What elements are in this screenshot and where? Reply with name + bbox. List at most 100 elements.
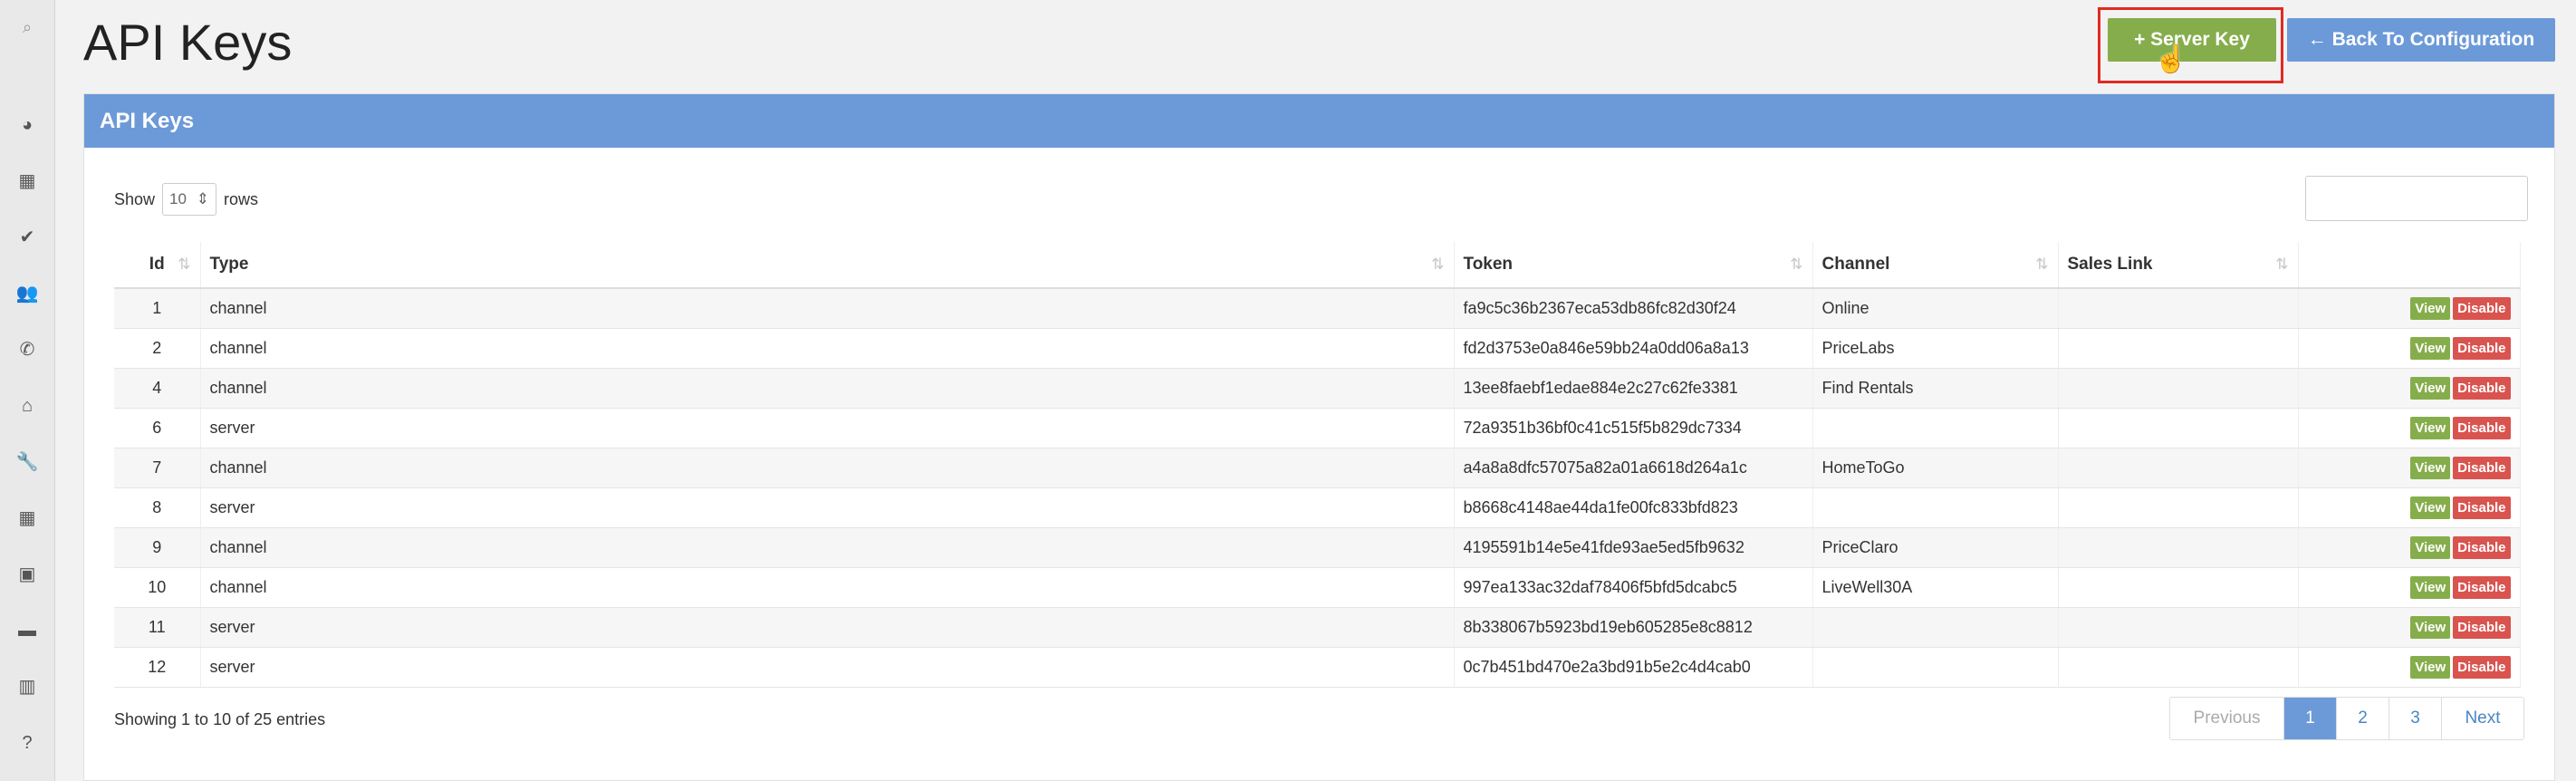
cell-id: 2 xyxy=(114,328,201,369)
rows-label: rows xyxy=(224,189,259,208)
cell-actions: View Disable xyxy=(2298,567,2521,608)
disable-button[interactable]: Disable xyxy=(2453,576,2511,599)
view-button[interactable]: View xyxy=(2410,337,2451,360)
phone-icon[interactable]: ✆ xyxy=(13,335,42,364)
view-button[interactable]: View xyxy=(2410,377,2451,400)
cell-id: 4 xyxy=(114,368,201,409)
disable-button[interactable]: Disable xyxy=(2453,457,2511,479)
grid-icon[interactable]: ▦ xyxy=(13,504,42,533)
cell-type: channel xyxy=(200,567,1455,608)
column-header-channel[interactable]: Channel ⇅ xyxy=(1812,242,2059,289)
disable-button[interactable]: Disable xyxy=(2453,377,2511,400)
table-header-row: Id ⇅ Type ⇅ Token ⇅ Channel ⇅ Sales Link ⇅ xyxy=(114,242,2521,289)
dashboard-icon[interactable]: ◕ xyxy=(13,111,42,140)
column-header-token[interactable]: Token ⇅ xyxy=(1454,242,1813,289)
cell-actions: View Disable xyxy=(2298,288,2521,329)
view-button[interactable]: View xyxy=(2410,576,2451,599)
disable-button[interactable]: Disable xyxy=(2453,417,2511,439)
cell-channel: Online xyxy=(1812,288,2059,329)
next-page-button[interactable]: Next xyxy=(2442,698,2523,739)
pagination: Previous 1 2 3 Next xyxy=(2169,697,2524,740)
entries-info: Showing 1 to 10 of 25 entries xyxy=(114,710,326,728)
money-icon[interactable]: ▣ xyxy=(13,560,42,589)
disable-button[interactable]: Disable xyxy=(2453,297,2511,320)
column-header-type[interactable]: Type ⇅ xyxy=(200,242,1455,289)
cell-actions: View Disable xyxy=(2298,607,2521,648)
cell-actions: View Disable xyxy=(2298,527,2521,568)
sort-icon: ⇅ xyxy=(2035,256,2049,273)
add-server-key-button[interactable]: + Server Key xyxy=(2108,18,2276,62)
search-icon[interactable]: ⌕ xyxy=(13,13,42,42)
page-title: API Keys xyxy=(83,14,293,71)
cell-channel xyxy=(1812,487,2059,528)
sort-icon: ⇅ xyxy=(2275,256,2289,273)
cell-token: 13ee8faebf1edae884e2c27c62fe3381 xyxy=(1454,368,1813,409)
page-1-button[interactable]: 1 xyxy=(2284,698,2337,739)
disable-button[interactable]: Disable xyxy=(2453,536,2511,559)
cell-id: 7 xyxy=(114,448,201,488)
bar-chart-icon[interactable]: ▥ xyxy=(13,672,42,701)
cell-type: server xyxy=(200,408,1455,448)
column-header-sales-link[interactable]: Sales Link ⇅ xyxy=(2058,242,2299,289)
table-row: 4 channel 13ee8faebf1edae884e2c27c62fe3381… xyxy=(114,368,2521,409)
cell-channel xyxy=(1812,408,2059,448)
table-row: 1 channel fa9c5c36b2367eca53db86fc82d30f24… xyxy=(114,288,2521,329)
panel-heading: API Keys xyxy=(84,94,2554,148)
column-header-id[interactable]: Id ⇅ xyxy=(114,242,201,289)
table-row: 11 server 8b338067b5923bd19eb605285e8c8812… xyxy=(114,607,2521,648)
cell-channel: PriceLabs xyxy=(1812,328,2059,369)
cell-sales-link xyxy=(2058,368,2299,409)
page-3-button[interactable]: 3 xyxy=(2389,698,2442,739)
cell-id: 11 xyxy=(114,607,201,648)
cell-id: 9 xyxy=(114,527,201,568)
cell-sales-link xyxy=(2058,607,2299,648)
cell-type: server xyxy=(200,607,1455,648)
check-circle-icon[interactable]: ✔ xyxy=(13,223,42,252)
previous-page-button[interactable]: Previous xyxy=(2170,698,2284,739)
view-button[interactable]: View xyxy=(2410,656,2451,679)
cell-channel: LiveWell30A xyxy=(1812,567,2059,608)
view-button[interactable]: View xyxy=(2410,616,2451,639)
disable-button[interactable]: Disable xyxy=(2453,497,2511,519)
cell-token: 8b338067b5923bd19eb605285e8c8812 xyxy=(1454,607,1813,648)
table-row: 9 channel 4195591b14e5e41fde93ae5ed5fb9632… xyxy=(114,527,2521,568)
wrench-icon[interactable]: 🔧 xyxy=(13,448,42,477)
help-icon[interactable]: ? xyxy=(13,728,42,757)
view-button[interactable]: View xyxy=(2410,457,2451,479)
search-input[interactable] xyxy=(2305,176,2528,221)
view-button[interactable]: View xyxy=(2410,536,2451,559)
briefcase-icon[interactable]: ▬ xyxy=(13,616,42,645)
cell-type: channel xyxy=(200,448,1455,488)
api-keys-table: Id ⇅ Type ⇅ Token ⇅ Channel ⇅ Sales Link ⇅ 1c… xyxy=(114,242,2521,688)
select-arrows-icon: ⇕ xyxy=(196,190,210,207)
disable-button[interactable]: Disable xyxy=(2453,616,2511,639)
cell-token: fd2d3753e0a846e59bb24a0dd06a8a13 xyxy=(1454,328,1813,369)
cell-id: 6 xyxy=(114,408,201,448)
view-button[interactable]: View xyxy=(2410,417,2451,439)
cell-token: a4a8a8dfc57075a82a01a6618d264a1c xyxy=(1454,448,1813,488)
home-icon[interactable]: ⌂ xyxy=(13,391,42,420)
disable-button[interactable]: Disable xyxy=(2453,337,2511,360)
api-keys-panel: API Keys Show 10 ⇕ rows Id ⇅ Type ⇅ Token ⇅… xyxy=(83,93,2555,781)
sort-icon: ⇅ xyxy=(1431,256,1445,273)
table-row: 2 channel fd2d3753e0a846e59bb24a0dd06a8a13… xyxy=(114,328,2521,369)
cell-id: 10 xyxy=(114,567,201,608)
cell-sales-link xyxy=(2058,567,2299,608)
users-icon[interactable]: 👥 xyxy=(13,279,42,308)
table-row: 8 server b8668c4148ae44da1fe00fc833bfd823 V… xyxy=(114,487,2521,528)
page-2-button[interactable]: 2 xyxy=(2337,698,2389,739)
cell-actions: View Disable xyxy=(2298,448,2521,488)
calendar-icon[interactable]: ▦ xyxy=(13,167,42,196)
cell-type: channel xyxy=(200,328,1455,369)
cell-sales-link xyxy=(2058,448,2299,488)
cell-sales-link xyxy=(2058,328,2299,369)
cell-token: b8668c4148ae44da1fe00fc833bfd823 xyxy=(1454,487,1813,528)
show-label: Show xyxy=(114,189,156,208)
view-button[interactable]: View xyxy=(2410,297,2451,320)
rows-select[interactable]: 10 ⇕ xyxy=(162,183,217,216)
cell-channel: Find Rentals xyxy=(1812,368,2059,409)
view-button[interactable]: View xyxy=(2410,497,2451,519)
cell-channel xyxy=(1812,647,2059,688)
disable-button[interactable]: Disable xyxy=(2453,656,2511,679)
back-to-configuration-button[interactable]: ← Back To Configuration xyxy=(2287,18,2555,62)
